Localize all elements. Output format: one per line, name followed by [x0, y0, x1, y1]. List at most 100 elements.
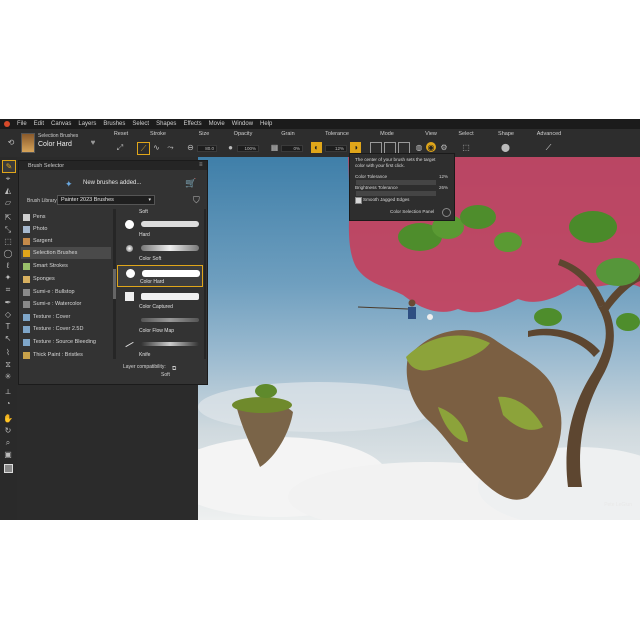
magnifier-icon[interactable]: ⌕: [2, 437, 14, 448]
mirror-tool-icon[interactable]: ⧖: [2, 359, 14, 370]
category-item-thick-paint-bristles[interactable]: Thick Paint : Bristles: [21, 349, 111, 361]
brightness-tolerance-value[interactable]: 26%: [439, 185, 448, 190]
category-item-sargent[interactable]: Sargent: [21, 235, 111, 247]
sponges-icon: [23, 275, 30, 283]
variant-color-soft[interactable]: Color Soft: [117, 241, 203, 263]
stroke-line-icon[interactable]: ∿: [151, 142, 162, 153]
color-selection-popup: The center of your brush sets the target…: [349, 153, 455, 221]
category-label: Selection Brushes: [33, 250, 78, 256]
grain-section-label: Grain: [281, 131, 295, 137]
variant-color-hard[interactable]: Color Hard: [117, 265, 203, 287]
reset-brush-icon[interactable]: ⤢: [114, 142, 126, 153]
smooth-edges-checkbox[interactable]: [355, 197, 362, 204]
brightness-tolerance-slider[interactable]: [356, 191, 436, 196]
menu-canvas[interactable]: Canvas: [51, 121, 71, 127]
panel-toggle-icon[interactable]: [442, 208, 451, 217]
layer-adjuster-icon[interactable]: ⇱: [2, 212, 14, 223]
category-scrollbar[interactable]: [113, 209, 116, 359]
kaleidoscope-icon[interactable]: ✳: [2, 371, 14, 382]
oval-select-icon[interactable]: ◯: [2, 248, 14, 259]
paper-color-icon[interactable]: ▣: [2, 449, 14, 460]
reset-tool-icon[interactable]: ⟲: [4, 135, 18, 149]
variant-label: Color Flow Map: [139, 328, 175, 334]
transform-tool-icon[interactable]: ⤡: [2, 224, 14, 235]
perspective-guide-icon[interactable]: ⟂: [2, 386, 14, 397]
menu-window[interactable]: Window: [232, 121, 253, 127]
panel-menu-icon[interactable]: ≡: [199, 162, 203, 168]
variant-label: Hard: [139, 232, 150, 238]
store-cart-icon[interactable]: 🛒: [185, 178, 196, 189]
tolerance-color-icon[interactable]: ◐: [311, 142, 322, 153]
view-highlight-icon[interactable]: ◉: [426, 142, 436, 152]
stroke-preview: [141, 221, 199, 227]
menu-file[interactable]: File: [17, 121, 27, 127]
variant-scrollbar[interactable]: [204, 209, 206, 359]
favorite-heart-icon[interactable]: ♥: [88, 137, 98, 147]
dab-preview-icon: [126, 269, 135, 278]
stroke-freehand-icon[interactable]: ⟋: [137, 142, 150, 155]
menu-shapes[interactable]: Shapes: [156, 121, 176, 127]
tolerance-field[interactable]: 12%: [325, 145, 347, 152]
variant-knife[interactable]: Knife: [117, 337, 203, 359]
eyedropper-tool-icon[interactable]: ⌖: [2, 173, 14, 184]
menu-edit[interactable]: Edit: [34, 121, 44, 127]
category-item-sponges[interactable]: Sponges: [21, 273, 111, 285]
magic-wand-icon[interactable]: ✦: [2, 272, 14, 283]
category-item-texture-source-bleeding[interactable]: Texture : Source Bleeding: [21, 336, 111, 348]
category-item-smart-strokes[interactable]: Smart Strokes: [21, 260, 111, 272]
rect-select-icon[interactable]: ⬚: [2, 236, 14, 247]
category-item-texture-cover[interactable]: Texture : Cover: [21, 311, 111, 323]
brush-tool-icon[interactable]: ✎: [2, 160, 16, 173]
grain-field[interactable]: 0%: [281, 145, 303, 152]
filter-icon[interactable]: ⛉: [193, 195, 200, 206]
rotate-page-icon[interactable]: ↻: [2, 425, 14, 436]
fill-tool-icon[interactable]: ◭: [2, 185, 14, 196]
grabber-hand-icon[interactable]: ✋: [2, 413, 14, 424]
opacity-field[interactable]: 100%: [237, 145, 259, 152]
advanced-brush-icon[interactable]: ⟋: [543, 142, 554, 153]
pen-tool-icon[interactable]: ✒: [2, 297, 14, 308]
shape-circle-icon[interactable]: ⬤: [500, 142, 511, 153]
divine-proportion-icon[interactable]: ⌇: [2, 347, 14, 358]
select-invert-icon[interactable]: ⬚: [460, 142, 472, 152]
category-item-sumie-watercolor[interactable]: Sumi-e : Watercolor: [21, 298, 111, 310]
stroke-options-icon[interactable]: ⤳: [165, 142, 176, 153]
category-item-sumie-bullstop[interactable]: Sumi-e : Bullstop: [21, 286, 111, 298]
color-swatch-icon[interactable]: [2, 463, 14, 474]
photo-icon: [23, 225, 30, 233]
category-item-photo[interactable]: Photo: [21, 223, 111, 235]
shape-selection-icon[interactable]: ↖: [2, 333, 14, 344]
category-item-selection-brushes[interactable]: Selection Brushes: [21, 247, 111, 259]
artist-credit: Pete LeGiun: [604, 502, 632, 508]
color-tolerance-value[interactable]: 12%: [439, 174, 448, 179]
view-settings-gear-icon[interactable]: ⚙: [439, 142, 449, 152]
library-dropdown[interactable]: Painter 2023 Brushes ▾: [57, 195, 155, 205]
dodge-tool-icon[interactable]: ◔: [2, 398, 14, 409]
lasso-tool-icon[interactable]: ℓ: [2, 260, 14, 271]
variant-hard[interactable]: Hard: [117, 217, 203, 239]
variant-color-captured[interactable]: Color Captured: [117, 289, 203, 311]
shape-tool-icon[interactable]: ◇: [2, 309, 14, 320]
crop-tool-icon[interactable]: ⌗: [2, 284, 14, 295]
size-field[interactable]: 80.0: [197, 145, 217, 152]
menu-movie[interactable]: Movie: [209, 121, 225, 127]
menu-layers[interactable]: Layers: [78, 121, 96, 127]
eraser-tool-icon[interactable]: ▱: [2, 197, 14, 208]
view-mask-icon[interactable]: ◍: [414, 142, 424, 152]
tolerance-brightness-icon[interactable]: ◑: [350, 142, 361, 153]
variant-color-flow-map[interactable]: Color Flow Map: [117, 313, 203, 335]
menu-select[interactable]: Select: [132, 121, 149, 127]
menu-effects[interactable]: Effects: [183, 121, 201, 127]
variant-soft[interactable]: Soft: [117, 207, 203, 215]
text-tool-icon[interactable]: T: [2, 321, 14, 332]
menu-help[interactable]: Help: [260, 121, 272, 127]
select-section-label: Select: [458, 131, 474, 137]
menu-brushes[interactable]: Brushes: [103, 121, 125, 127]
category-scroll-thumb[interactable]: [113, 269, 116, 299]
new-brush-sparkle-icon: ✦: [65, 179, 73, 189]
category-item-pens[interactable]: Pens: [21, 211, 111, 223]
category-item-texture-cover-25d[interactable]: Texture : Cover 2.5D: [21, 323, 111, 335]
brush-preview-thumbnail[interactable]: [21, 133, 35, 153]
new-brushes-banner[interactable]: New brushes added...: [83, 180, 141, 186]
color-selection-panel-link[interactable]: Color Selection Panel: [390, 209, 434, 214]
